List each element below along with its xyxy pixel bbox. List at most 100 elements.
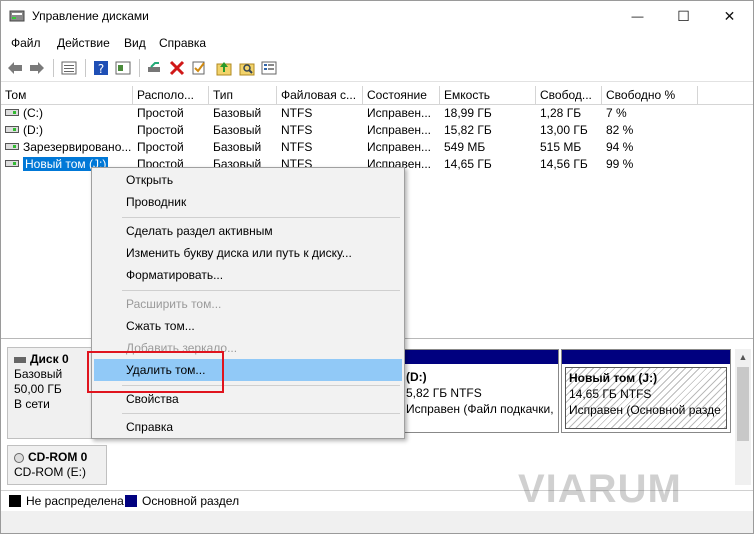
volume-free: 515 МБ xyxy=(540,140,582,154)
drive-icon xyxy=(5,126,19,134)
volume-filesystem: NTFS xyxy=(281,123,313,137)
cdrom-name: CD-ROM 0 xyxy=(28,450,88,464)
back-arrow-icon xyxy=(8,62,22,74)
volume-capacity: 18,99 ГБ xyxy=(444,106,492,120)
context-menu: Открыть Проводник Сделать раздел активны… xyxy=(91,167,405,439)
menu-item-shrink-volume[interactable]: Сжать том... xyxy=(94,315,402,337)
back-button[interactable] xyxy=(5,58,25,78)
primary-swatch xyxy=(125,495,137,507)
svg-text:?: ? xyxy=(98,62,104,76)
volume-type: Базовый xyxy=(213,140,262,154)
connect-icon xyxy=(148,62,160,72)
list-view-button[interactable] xyxy=(59,58,79,78)
menu-action[interactable]: Действие xyxy=(57,36,110,50)
volume-name: (D:) xyxy=(23,123,43,137)
menu-item-explorer[interactable]: Проводник xyxy=(94,191,402,213)
check-icon xyxy=(192,61,205,75)
column-header-capacity[interactable]: Емкость xyxy=(440,86,536,105)
details-button[interactable] xyxy=(259,58,279,78)
drive-icon xyxy=(5,109,19,117)
connect-button[interactable] xyxy=(144,58,164,78)
list-view-icon xyxy=(61,61,77,75)
volume-capacity: 15,82 ГБ xyxy=(444,123,492,137)
partition-j[interactable]: Новый том (J:) 14,65 ГБ NTFS Исправен (О… xyxy=(561,349,731,433)
column-header-type[interactable]: Тип xyxy=(209,86,277,105)
volume-status: Исправен... xyxy=(367,140,432,154)
column-header-filesystem[interactable]: Файловая с... xyxy=(277,86,363,105)
cdrom-icon xyxy=(14,452,24,463)
toolbar-separator xyxy=(53,59,54,77)
volume-capacity: 549 МБ xyxy=(444,140,486,154)
volume-free-percent: 94 % xyxy=(606,140,634,154)
menu-item-format[interactable]: Форматировать... xyxy=(94,264,402,286)
partition-header-bar xyxy=(400,350,558,364)
check-button[interactable] xyxy=(189,58,209,78)
table-row[interactable]: (C:) Простой Базовый NTFS Исправен... 18… xyxy=(1,105,753,122)
volume-filesystem: NTFS xyxy=(281,140,313,154)
menu-separator xyxy=(122,217,400,218)
close-button[interactable]: ✕ xyxy=(707,1,752,31)
column-header-free-percent[interactable]: Свободно % xyxy=(602,86,698,105)
partition-d[interactable]: (D:) 5,82 ГБ NTFS Исправен (Файл подкачк… xyxy=(399,349,559,433)
column-header-layout[interactable]: Располо... xyxy=(133,86,209,105)
close-icon: ✕ xyxy=(723,7,736,24)
minimize-icon: — xyxy=(631,9,644,23)
up-button[interactable] xyxy=(214,58,234,78)
menu-file[interactable]: Файл xyxy=(11,36,41,50)
table-row[interactable]: (D:) Простой Базовый NTFS Исправен... 15… xyxy=(1,122,753,139)
forward-button[interactable] xyxy=(27,58,47,78)
disk-management-icon xyxy=(9,10,25,22)
scroll-up-icon[interactable]: ▲ xyxy=(735,349,751,365)
search-button[interactable] xyxy=(237,58,257,78)
column-header-free[interactable]: Свобод... xyxy=(536,86,602,105)
delete-button[interactable] xyxy=(167,58,187,78)
details-icon xyxy=(261,61,277,75)
callout-highlight-box xyxy=(87,351,224,393)
maximize-icon: ☐ xyxy=(677,7,690,24)
partition-header-bar xyxy=(562,350,730,364)
volume-type: Базовый xyxy=(213,123,262,137)
volume-capacity: 14,65 ГБ xyxy=(444,157,492,171)
volume-free: 13,00 ГБ xyxy=(540,123,588,137)
volume-status: Исправен... xyxy=(367,106,432,120)
volume-layout: Простой xyxy=(137,140,184,154)
properties-button[interactable] xyxy=(113,58,133,78)
menu-item-open[interactable]: Открыть xyxy=(94,169,402,191)
scroll-thumb[interactable] xyxy=(737,367,749,441)
volume-free: 1,28 ГБ xyxy=(540,106,582,120)
menu-item-extend-volume: Расширить том... xyxy=(126,297,222,311)
vertical-scrollbar[interactable]: ▲ xyxy=(735,349,751,485)
menu-view[interactable]: Вид xyxy=(124,36,146,50)
search-icon xyxy=(239,63,255,76)
partition-d-status: Исправен (Файл подкачки, С xyxy=(406,402,555,416)
maximize-button[interactable]: ☐ xyxy=(661,1,706,31)
cdrom-0-label[interactable]: CD-ROM 0 CD-ROM (E:) xyxy=(7,445,107,485)
menu-item-change-drive-letter[interactable]: Изменить букву диска или путь к диску... xyxy=(94,242,402,264)
up-icon xyxy=(216,62,232,76)
menu-separator xyxy=(122,413,400,414)
disk-name: Диск 0 xyxy=(30,352,69,366)
minimize-button[interactable]: — xyxy=(615,1,660,31)
delete-icon xyxy=(169,60,185,76)
partition-d-body: (D:) 5,82 ГБ NTFS Исправен (Файл подкачк… xyxy=(403,367,555,429)
toolbar-separator xyxy=(85,59,86,77)
partition-d-title: (D:) xyxy=(406,370,427,384)
help-button[interactable]: ? xyxy=(91,58,111,78)
forward-arrow-icon xyxy=(30,62,44,74)
volume-free-percent: 99 % xyxy=(606,157,634,171)
menu-item-mark-active[interactable]: Сделать раздел активным xyxy=(94,220,402,242)
volume-layout: Простой xyxy=(137,123,184,137)
partition-d-size: 5,82 ГБ NTFS xyxy=(406,386,482,400)
cdrom-type: CD-ROM (E:) xyxy=(14,465,86,479)
menu-help[interactable]: Справка xyxy=(159,36,206,50)
disk-state: В сети xyxy=(14,397,50,411)
partition-j-size: 14,65 ГБ NTFS xyxy=(569,387,652,401)
table-row[interactable]: Зарезервировано... Простой Базовый NTFS … xyxy=(1,139,753,156)
menu-separator xyxy=(122,290,400,291)
column-header-volume[interactable]: Том xyxy=(1,86,133,105)
menu-item-help[interactable]: Справка xyxy=(94,416,402,438)
title-bar: Управление дисками — ☐ ✕ xyxy=(1,1,753,31)
column-header-status[interactable]: Состояние xyxy=(363,86,440,105)
volume-name: (C:) xyxy=(23,106,43,120)
legend-unallocated: Не распределена xyxy=(26,494,124,508)
